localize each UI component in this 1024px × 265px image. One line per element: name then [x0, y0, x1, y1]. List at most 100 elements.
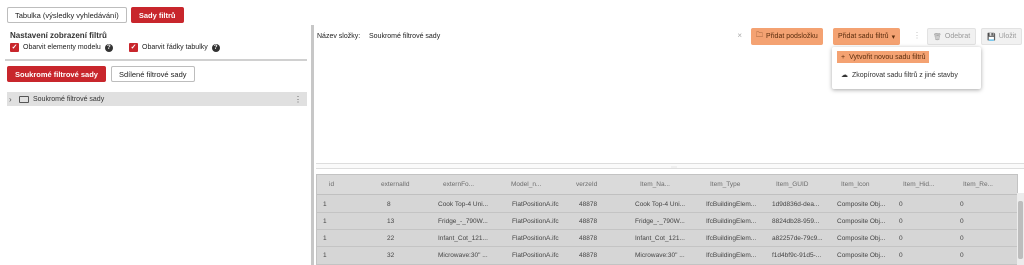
color-table-rows-label: Obarvit řádky tabulky: [142, 44, 208, 51]
table-cell: 1: [323, 201, 327, 208]
table-row[interactable]: 1 32 Microwave:30" ... FlatPositionA.ifc…: [317, 247, 1017, 264]
column-header[interactable]: Item_Na...: [640, 181, 670, 188]
table-cell: IfcBuildingElem...: [706, 218, 757, 225]
menu-item-label: Vytvořit novou sadu filtrů: [849, 53, 926, 61]
divider: [5, 59, 307, 61]
tree-item-private-sets[interactable]: › Soukromé filtrové sady ⋮: [7, 92, 307, 106]
table-cell: IfcBuildingElem...: [706, 201, 757, 208]
plus-icon: +: [841, 53, 846, 61]
table-cell: 8824db28-959...: [772, 218, 820, 225]
grip-icon: ⋯: [671, 165, 677, 171]
tab-table-results[interactable]: Tabulka (výsledky vyhledávání): [7, 7, 127, 23]
table-row[interactable]: 1 22 Infant_Cot_121... FlatPositionA.ifc…: [317, 230, 1017, 247]
column-header[interactable]: Model_n...: [511, 181, 541, 188]
table-cell: f1d4bf9c-91d5-...: [772, 252, 822, 259]
folder-name-input[interactable]: Soukromé filtrové sady ×: [366, 28, 746, 44]
check-icon[interactable]: ✓: [10, 43, 19, 52]
folder-add-icon: 🗀: [756, 32, 763, 39]
table-cell: 1: [323, 218, 327, 225]
table-cell: 32: [387, 252, 395, 259]
more-vert-icon[interactable]: ⋮: [294, 95, 302, 104]
color-table-rows-option[interactable]: ✓ Obarvit řádky tabulky ?: [129, 43, 220, 52]
table-cell: 0: [899, 218, 903, 225]
table-cell: FlatPositionA.ifc: [512, 252, 559, 259]
left-panel: Nastavení zobrazení filtrů ✓ Obarvit ele…: [0, 27, 311, 265]
menu-item-copy-from[interactable]: ☁ Zkopírovat sadu filtrů z jiné stavby: [837, 69, 962, 81]
column-header[interactable]: verzeId: [576, 181, 597, 188]
folder-icon: [19, 95, 29, 103]
table-cell: Composite Obj...: [837, 235, 886, 242]
table-cell: 48878: [579, 235, 598, 242]
menu-item-label: Zkopírovat sadu filtrů z jiné stavby: [852, 71, 958, 79]
table-cell: 22: [387, 235, 395, 242]
column-header[interactable]: Item_Icon: [841, 181, 870, 188]
color-model-elements-label: Obarvit elementy modelu: [23, 44, 101, 51]
table-row[interactable]: 1 13 Fridge_-_790W... FlatPositionA.ifc …: [317, 213, 1017, 230]
tab-shared-sets[interactable]: Sdílené filtrové sady: [110, 66, 195, 82]
table-cell: 0: [899, 201, 903, 208]
column-header[interactable]: externalId: [381, 181, 410, 188]
settings-title: Nastavení zobrazení filtrů: [10, 31, 107, 40]
chevron-right-icon[interactable]: ›: [9, 95, 17, 104]
save-icon: 💾: [987, 33, 996, 41]
menu-item-create-new[interactable]: + Vytvořit novou sadu filtrů: [837, 51, 930, 63]
table-cell: Microwave:30" ...: [438, 252, 488, 259]
save-label: Uložit: [998, 33, 1017, 40]
add-filter-set-button[interactable]: Přidat sadu filtrů ▾: [833, 28, 901, 45]
vertical-splitter[interactable]: [311, 25, 314, 265]
help-icon[interactable]: ?: [104, 43, 113, 52]
table-cell: 1: [323, 252, 327, 259]
column-header[interactable]: Item_Type: [710, 181, 740, 188]
table-cell: FlatPositionA.ifc: [512, 218, 559, 225]
table-cell: 0: [960, 252, 964, 259]
table-cell: Cook Top-4 Uni...: [438, 201, 489, 208]
tab-private-sets[interactable]: Soukromé filtrové sady: [7, 66, 106, 82]
add-filter-set-menu: + Vytvořit novou sadu filtrů ☁ Zkopírova…: [832, 47, 981, 89]
more-vert-icon[interactable]: ⋮: [913, 31, 921, 40]
save-button[interactable]: 💾 Uložit: [981, 28, 1023, 45]
table-cell: Infant_Cot_121...: [635, 235, 685, 242]
remove-button[interactable]: 🗑 Odebrat: [927, 28, 977, 45]
table-cell: 48878: [579, 218, 598, 225]
column-header[interactable]: Item_Re...: [963, 181, 993, 188]
top-tabs: Tabulka (výsledky vyhledávání) Sady filt…: [7, 7, 184, 23]
table-cell: IfcBuildingElem...: [706, 235, 757, 242]
table-cell: 13: [387, 218, 395, 225]
table-row[interactable]: 1 8 Cook Top-4 Uni... FlatPositionA.ifc …: [317, 196, 1017, 213]
table-cell: FlatPositionA.ifc: [512, 235, 559, 242]
dropdown-arrow-icon: ▾: [891, 33, 896, 41]
scrollbar-thumb[interactable]: [1018, 201, 1023, 259]
table-cell: Fridge_-_790W...: [635, 218, 685, 225]
column-header[interactable]: externFo...: [443, 181, 474, 188]
table-cell: 0: [960, 201, 964, 208]
column-header[interactable]: id: [329, 181, 334, 188]
color-model-elements-option[interactable]: ✓ Obarvit elementy modelu ?: [10, 43, 113, 52]
add-subfolder-button[interactable]: 🗀 Přidat podsložku: [751, 28, 823, 45]
tree-item-label: Soukromé filtrové sady: [33, 95, 105, 103]
column-header[interactable]: Item_Hid...: [903, 181, 934, 188]
table-scrollbar[interactable]: [1017, 193, 1024, 265]
folder-name-label: Název složky:: [317, 33, 361, 40]
column-header[interactable]: Item_GUID: [776, 181, 809, 188]
clear-icon[interactable]: ×: [737, 31, 742, 40]
add-subfolder-label: Přidat podsložku: [766, 33, 818, 40]
table-cell: Infant_Cot_121...: [438, 235, 488, 242]
results-table: id externalId externFo... Model_n... ver…: [316, 174, 1018, 265]
table-cell: Composite Obj...: [837, 201, 886, 208]
cloud-icon: ☁: [841, 72, 848, 79]
trash-icon: 🗑: [933, 33, 942, 41]
table-cell: 0: [960, 218, 964, 225]
table-cell: 1: [323, 235, 327, 242]
check-icon[interactable]: ✓: [129, 43, 138, 52]
table-cell: Composite Obj...: [837, 252, 886, 259]
horizontal-splitter[interactable]: ⋯: [316, 163, 1024, 171]
table-cell: 0: [899, 252, 903, 259]
table-cell: 48878: [579, 252, 598, 259]
add-filter-set-label: Přidat sadu filtrů: [838, 33, 889, 40]
table-cell: Composite Obj...: [837, 218, 886, 225]
table-cell: 48878: [579, 201, 598, 208]
help-icon[interactable]: ?: [211, 43, 220, 52]
table-cell: 8: [387, 201, 391, 208]
table-cell: Cook Top-4 Uni...: [635, 201, 686, 208]
tab-filter-sets[interactable]: Sady filtrů: [130, 7, 184, 23]
